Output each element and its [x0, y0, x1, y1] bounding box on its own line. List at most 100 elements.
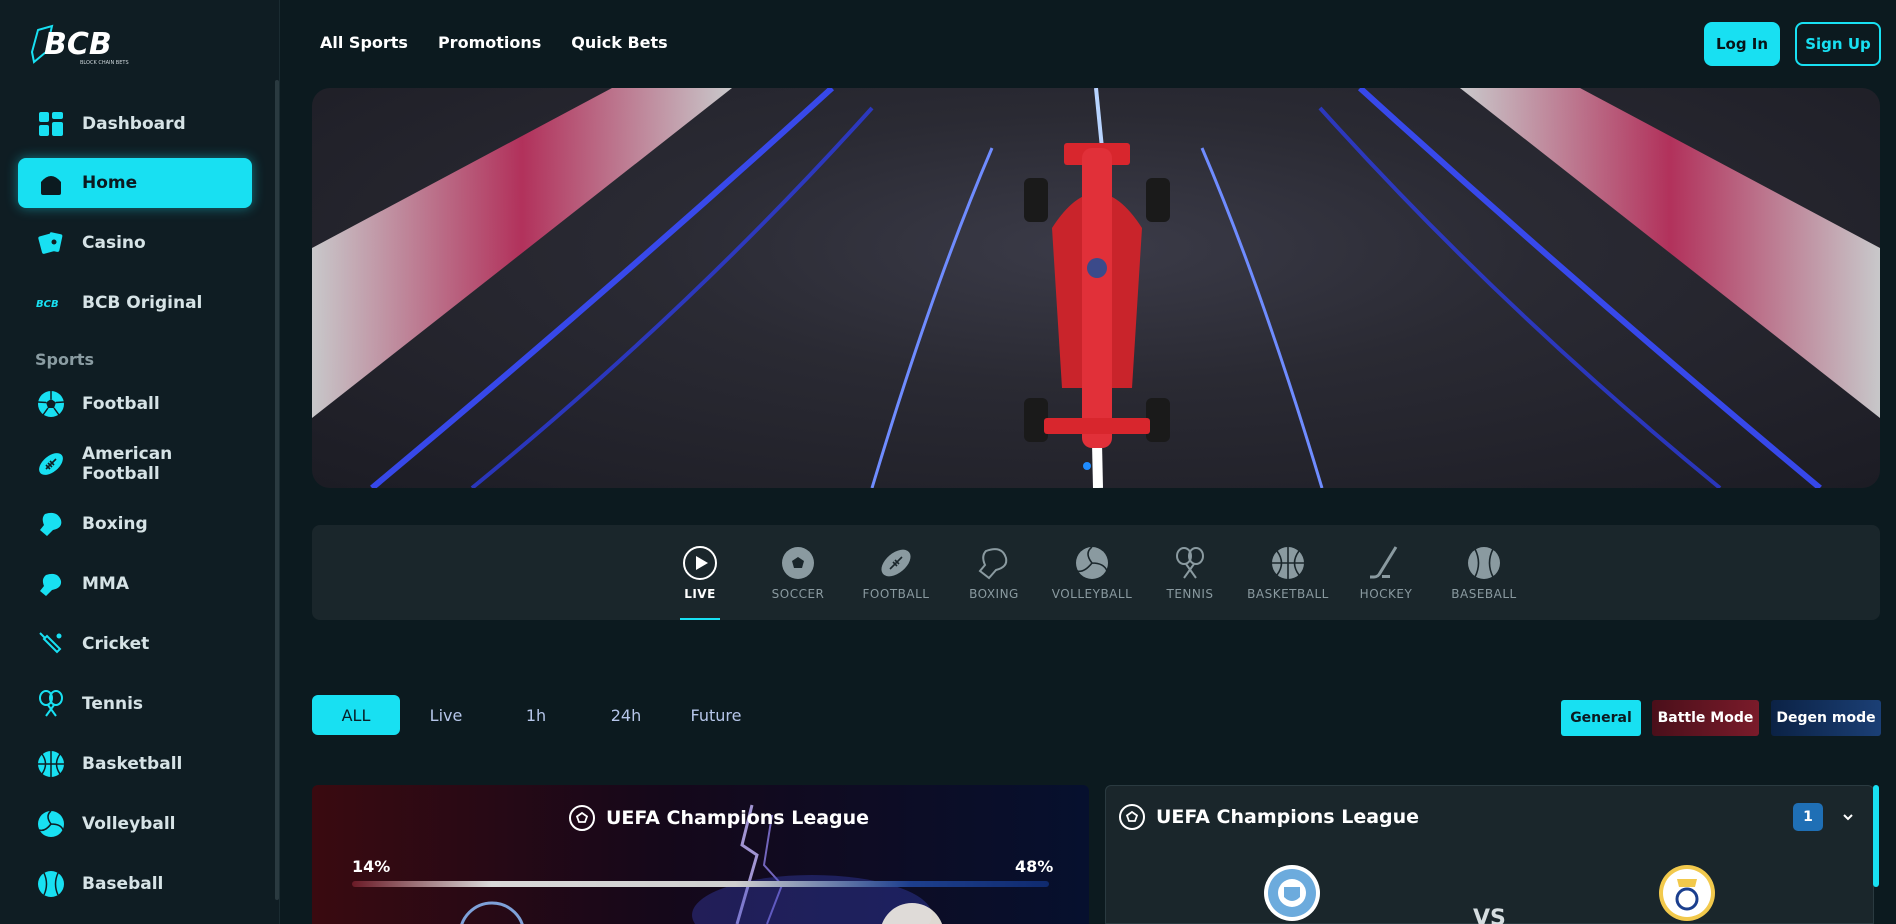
match-card-battle[interactable]: UEFA Champions League 14% 48%: [312, 785, 1089, 924]
tab-boxing[interactable]: BOXING: [949, 525, 1039, 620]
sidebar-item-football[interactable]: Football: [18, 379, 252, 429]
svg-text:BCB: BCB: [44, 27, 112, 62]
tab-basketball[interactable]: BASKETBALL: [1243, 525, 1333, 620]
sidebar-item-baseball[interactable]: Baseball: [18, 859, 252, 909]
nav-link-quick-bets[interactable]: Quick Bets: [571, 33, 667, 52]
sidebar-item-label: Tennis: [82, 694, 144, 714]
sidebar-item-label: BCB Original: [82, 293, 203, 313]
baseball-icon: [1468, 546, 1500, 579]
tab-label: FOOTBALL: [862, 586, 930, 601]
tennis-rackets-icon: [36, 689, 66, 719]
sidebar-item-label: Dashboard: [82, 114, 186, 134]
tab-label: LIVE: [684, 586, 716, 601]
tab-label: BASEBALL: [1451, 586, 1517, 601]
away-win-percent: 48%: [1015, 857, 1054, 876]
sidebar-item-bcb-original[interactable]: BCB BCB Original: [18, 278, 252, 328]
sidebar-item-label: Football: [82, 394, 160, 414]
cards-scrollbar[interactable]: [1873, 785, 1879, 887]
svg-text:BLOCK CHAIN BETS: BLOCK CHAIN BETS: [80, 60, 129, 66]
american-football-icon: [36, 449, 66, 479]
win-probability-bar: [352, 881, 1049, 887]
tab-football[interactable]: FOOTBALL: [851, 525, 941, 620]
filter-24h[interactable]: 24h: [582, 695, 670, 735]
sidebar-item-label: American Football: [82, 444, 173, 484]
basketball-icon: [1272, 546, 1304, 579]
login-button[interactable]: Log In: [1704, 22, 1780, 66]
sidebar-item-label: Basketball: [82, 754, 183, 774]
league-title: UEFA Champions League: [1156, 806, 1420, 828]
filter-live[interactable]: Live: [402, 695, 490, 735]
tab-tennis[interactable]: TENNIS: [1145, 525, 1235, 620]
sidebar-item-label: Cricket: [82, 634, 150, 654]
sidebar-scrollbar[interactable]: [275, 80, 279, 900]
brand-logo[interactable]: BCB BLOCK CHAIN BETS: [30, 22, 145, 68]
filter-future[interactable]: Future: [672, 695, 760, 735]
sport-tabs-bar: LIVE SOCCER FOOTBALL BOXING VOLLEYBALL T…: [312, 525, 1880, 620]
home-team-crest: [1264, 865, 1320, 921]
tab-label: BOXING: [969, 586, 1019, 601]
cards-icon: [36, 228, 66, 258]
chevron-down-icon[interactable]: [1841, 810, 1855, 824]
sidebar-item-cricket[interactable]: Cricket: [18, 619, 252, 669]
versus-label: VS: [1473, 906, 1506, 924]
sidebar-item-label: Home: [82, 173, 138, 193]
basketball-icon: [36, 749, 66, 779]
tab-volleyball[interactable]: VOLLEYBALL: [1047, 525, 1137, 620]
sidebar-item-tennis[interactable]: Tennis: [18, 679, 252, 729]
signup-button[interactable]: Sign Up: [1795, 22, 1881, 66]
tab-label: BASKETBALL: [1247, 586, 1329, 601]
sidebar-item-boxing[interactable]: Boxing: [18, 499, 252, 549]
banner-pagination-dot[interactable]: [1083, 462, 1091, 470]
sidebar-item-label: Casino: [82, 233, 146, 253]
nav-link-all-sports[interactable]: All Sports: [320, 33, 408, 52]
sidebar-item-casino[interactable]: Casino: [18, 218, 252, 268]
tab-label: HOCKEY: [1359, 586, 1413, 601]
bcb-logo-icon: BCB: [36, 288, 66, 318]
tab-hockey[interactable]: HOCKEY: [1341, 525, 1431, 620]
filter-all[interactable]: ALL: [312, 695, 400, 735]
mode-battle-button[interactable]: Battle Mode: [1652, 700, 1759, 736]
boxing-glove-icon: [978, 547, 1008, 579]
market-count-badge: 1: [1793, 803, 1823, 831]
nav-link-promotions[interactable]: Promotions: [438, 33, 541, 52]
hockey-stick-icon: [1370, 545, 1398, 578]
american-football-icon: [881, 549, 911, 576]
sidebar-item-mma[interactable]: MMA: [18, 559, 252, 609]
sidebar-item-label: Boxing: [82, 514, 148, 534]
league-title: UEFA Champions League: [606, 807, 870, 829]
card-header: UEFA Champions League: [568, 804, 869, 832]
sidebar: BCB BLOCK CHAIN BETS Dashboard Home Casi…: [0, 0, 280, 924]
home-icon: [36, 168, 66, 198]
tennis-rackets-icon: [1176, 546, 1204, 579]
mode-degen-button[interactable]: Degen mode: [1771, 700, 1881, 736]
hero-banner[interactable]: [312, 88, 1880, 488]
mode-general-button[interactable]: General: [1561, 700, 1641, 736]
mma-glove-icon: [36, 569, 66, 599]
sidebar-item-label: Baseball: [82, 874, 164, 894]
tab-live[interactable]: LIVE: [655, 525, 745, 620]
match-card-standard[interactable]: UEFA Champions League 1 VS: [1105, 785, 1874, 924]
tab-label: SOCCER: [771, 586, 825, 601]
away-team-crest: [1659, 865, 1715, 921]
sidebar-item-home[interactable]: Home: [18, 158, 252, 208]
banner-artwork: [312, 88, 1880, 488]
sidebar-item-dashboard[interactable]: Dashboard: [18, 99, 252, 149]
soccer-ball-outline-icon: [569, 805, 595, 831]
sidebar-item-volleyball[interactable]: Volleyball: [18, 799, 252, 849]
volleyball-icon: [1076, 545, 1108, 579]
cricket-bat-icon: [36, 629, 66, 659]
tab-label: TENNIS: [1166, 586, 1214, 601]
sidebar-item-label: MMA: [82, 574, 129, 594]
tab-label: VOLLEYBALL: [1051, 586, 1133, 601]
home-win-percent: 14%: [352, 857, 391, 876]
sidebar-item-label: Volleyball: [82, 814, 176, 834]
sidebar-item-american-football[interactable]: American Football: [18, 439, 252, 489]
boxing-glove-icon: [36, 509, 66, 539]
filter-1h[interactable]: 1h: [492, 695, 580, 735]
soccer-ball-outline-icon: [1119, 804, 1145, 830]
soccer-ball-icon: [782, 546, 814, 579]
tab-soccer[interactable]: SOCCER: [753, 525, 843, 620]
tab-baseball[interactable]: BASEBALL: [1439, 525, 1529, 620]
sidebar-item-basketball[interactable]: Basketball: [18, 739, 252, 789]
svg-text:BCB: BCB: [36, 299, 59, 310]
